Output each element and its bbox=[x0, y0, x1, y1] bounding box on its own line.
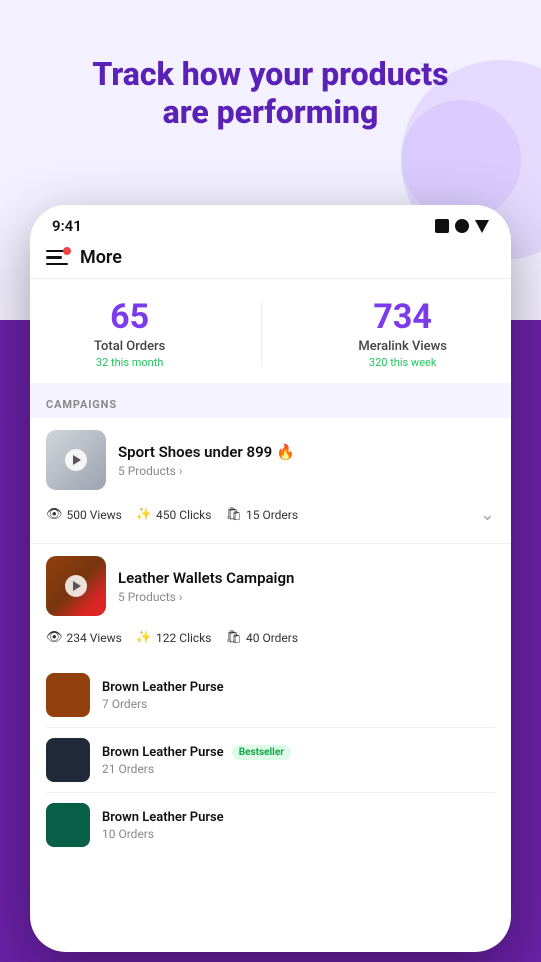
campaign-card-1[interactable]: Sport Shoes under 899 🔥 5 Products › 👁 5… bbox=[30, 418, 511, 543]
play-icon-2 bbox=[73, 581, 81, 591]
status-time: 9:41 bbox=[52, 217, 82, 235]
total-orders-value: 65 bbox=[94, 297, 165, 337]
play-button-1[interactable] bbox=[65, 449, 87, 471]
product-thumb-2 bbox=[46, 738, 90, 782]
product-orders-2: 21 Orders bbox=[102, 762, 495, 776]
headline-line1: Track how your products bbox=[92, 55, 448, 93]
nav-bar: More bbox=[30, 239, 511, 279]
nav-title: More bbox=[80, 247, 122, 268]
meralink-views-label: Meralink Views bbox=[358, 339, 447, 354]
campaign-products-1: 5 Products › bbox=[118, 464, 495, 478]
campaign-info-1: Sport Shoes under 899 🔥 5 Products › bbox=[118, 443, 495, 478]
product-name-2: Brown Leather Purse bbox=[102, 745, 224, 760]
product-info-1: Brown Leather Purse 7 Orders bbox=[102, 680, 495, 711]
play-icon-1 bbox=[73, 455, 81, 465]
product-list: Brown Leather Purse 7 Orders Brown Leath… bbox=[30, 663, 511, 857]
campaign-thumb-2 bbox=[46, 556, 106, 616]
click-icon: ✨ bbox=[136, 507, 152, 522]
campaign-products-2: 5 Products › bbox=[118, 590, 495, 604]
thumb-bg-leather bbox=[46, 556, 106, 616]
views-stat-2: 👁 234 Views bbox=[46, 630, 122, 645]
product-thumb-3 bbox=[46, 803, 90, 847]
meralink-views-sub: 320 this week bbox=[358, 356, 447, 369]
bag-icon-2: 🛍 bbox=[225, 630, 242, 645]
campaign-header-2: Leather Wallets Campaign 5 Products › bbox=[46, 556, 495, 616]
product-name-row-2: Brown Leather Purse Bestseller bbox=[102, 745, 495, 760]
orders-stat-1: 🛍 15 Orders bbox=[225, 507, 298, 522]
play-button-2[interactable] bbox=[65, 575, 87, 597]
menu-line-2 bbox=[46, 256, 62, 259]
campaign-info-2: Leather Wallets Campaign 5 Products › bbox=[118, 569, 495, 604]
campaign-name-1: Sport Shoes under 899 🔥 bbox=[118, 443, 495, 461]
product-info-2: Brown Leather Purse Bestseller 21 Orders bbox=[102, 745, 495, 776]
eye-icon-2: 👁 bbox=[46, 630, 63, 645]
total-orders-label: Total Orders bbox=[94, 339, 165, 354]
product-orders-1: 7 Orders bbox=[102, 697, 495, 711]
product-name-row-3: Brown Leather Purse bbox=[102, 810, 495, 825]
meralink-views-stat: 734 Meralink Views 320 this week bbox=[358, 297, 447, 369]
orders-stat-2: 🛍 40 Orders bbox=[225, 630, 298, 645]
bag-icon: 🛍 bbox=[225, 507, 242, 522]
thumb-bg-shoes bbox=[46, 430, 106, 490]
list-item[interactable]: Brown Leather Purse 10 Orders bbox=[46, 793, 495, 857]
total-orders-sub: 32 this month bbox=[94, 356, 165, 369]
campaign-stats-2: 👁 234 Views ✨ 122 Clicks 🛍 40 Orders bbox=[46, 624, 495, 651]
clicks-stat-1: ✨ 450 Clicks bbox=[136, 507, 212, 522]
total-orders-stat: 65 Total Orders 32 this month bbox=[94, 297, 165, 369]
list-item[interactable]: Brown Leather Purse 7 Orders bbox=[46, 663, 495, 728]
product-name-row-1: Brown Leather Purse bbox=[102, 680, 495, 695]
views-stat-1: 👁 500 Views bbox=[46, 507, 122, 522]
stats-divider bbox=[261, 301, 262, 365]
meralink-views-value: 734 bbox=[358, 297, 447, 337]
product-info-3: Brown Leather Purse 10 Orders bbox=[102, 810, 495, 841]
headline-line2: are performing bbox=[163, 93, 379, 131]
eye-icon: 👁 bbox=[46, 507, 63, 522]
status-icons bbox=[435, 219, 489, 233]
notification-dot bbox=[63, 247, 71, 255]
campaigns-label: CAMPAIGNS bbox=[46, 398, 117, 411]
headline: Track how your products are performing bbox=[30, 55, 511, 132]
signal-icon bbox=[455, 219, 469, 233]
wifi-icon bbox=[475, 220, 489, 233]
product-thumb-1 bbox=[46, 673, 90, 717]
product-name-3: Brown Leather Purse bbox=[102, 810, 224, 825]
product-name-1: Brown Leather Purse bbox=[102, 680, 224, 695]
bestseller-badge: Bestseller bbox=[232, 745, 291, 760]
click-icon-2: ✨ bbox=[136, 630, 152, 645]
phone-mockup: 9:41 More 65 Total Orders 32 this month … bbox=[30, 205, 511, 952]
campaign-header-1: Sport Shoes under 899 🔥 5 Products › bbox=[46, 430, 495, 490]
chevron-down-icon[interactable]: ⌄ bbox=[480, 504, 495, 525]
stats-section: 65 Total Orders 32 this month 734 Merali… bbox=[30, 279, 511, 383]
campaigns-section: CAMPAIGNS bbox=[30, 383, 511, 418]
campaign-thumb-1 bbox=[46, 430, 106, 490]
clicks-stat-2: ✨ 122 Clicks bbox=[136, 630, 212, 645]
status-bar: 9:41 bbox=[30, 205, 511, 239]
menu-line-3 bbox=[46, 263, 68, 266]
battery-icon bbox=[435, 219, 449, 233]
campaign-stats-1: 👁 500 Views ✨ 450 Clicks 🛍 15 Orders ⌄ bbox=[46, 498, 495, 531]
product-orders-3: 10 Orders bbox=[102, 827, 495, 841]
campaign-card-2[interactable]: Leather Wallets Campaign 5 Products › 👁 … bbox=[30, 544, 511, 663]
campaign-name-2: Leather Wallets Campaign bbox=[118, 569, 495, 587]
hamburger-menu-icon[interactable] bbox=[46, 250, 68, 266]
list-item[interactable]: Brown Leather Purse Bestseller 21 Orders bbox=[46, 728, 495, 793]
